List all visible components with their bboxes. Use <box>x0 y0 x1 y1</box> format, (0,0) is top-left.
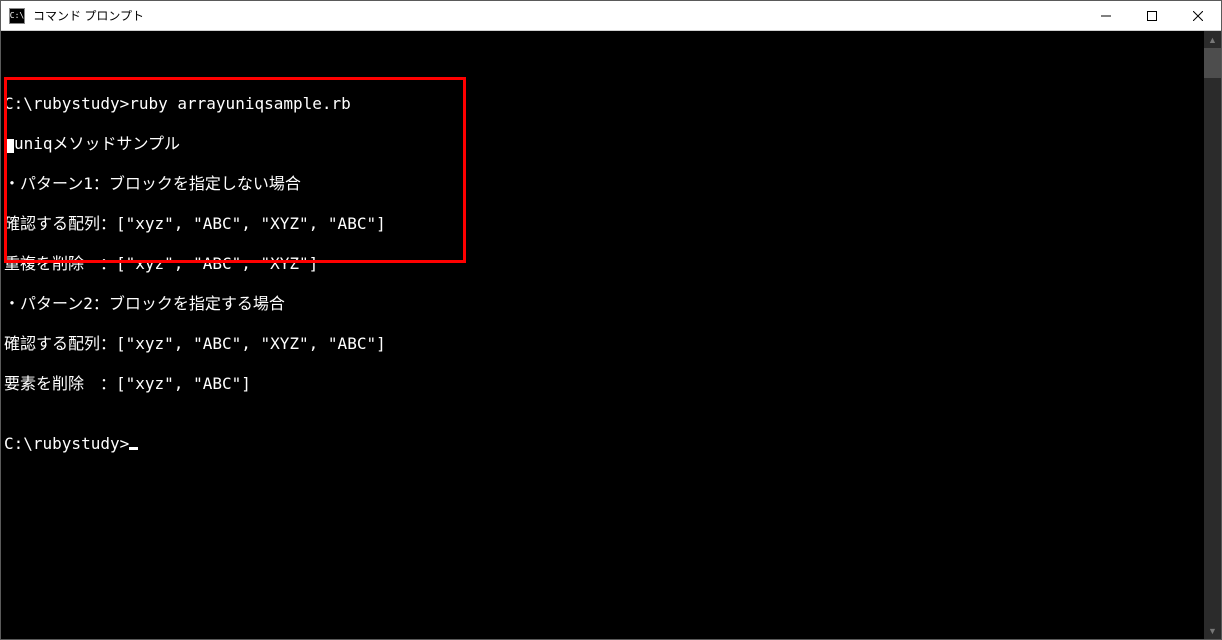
maximize-icon <box>1147 11 1157 21</box>
vertical-scrollbar[interactable]: ▲ ▼ <box>1204 31 1221 639</box>
console-line: 要素を削除 ：["xyz", "ABC"] <box>4 374 1204 394</box>
console-line: 重複を削除 ：["xyz", "ABC", "XYZ"] <box>4 254 1204 274</box>
text-cursor <box>129 447 138 450</box>
maximize-button[interactable] <box>1129 1 1175 31</box>
console-prompt: C:\rubystudy> <box>4 434 129 454</box>
console-prompt-line: C:\rubystudy> <box>4 434 1204 454</box>
block-glyph-icon <box>4 139 14 153</box>
console-output[interactable]: C:\rubystudy>ruby arrayuniqsample.rb uni… <box>1 31 1204 639</box>
scrollbar-thumb[interactable] <box>1204 48 1221 78</box>
console-line: uniqメソッドサンプル <box>4 134 1204 154</box>
command-prompt-window: C:\ コマンド プロンプト C:\rubystudy>ruby arrayun… <box>0 0 1222 640</box>
scrollbar-up-arrow-icon[interactable]: ▲ <box>1204 31 1221 48</box>
client-area: C:\rubystudy>ruby arrayuniqsample.rb uni… <box>1 31 1221 639</box>
console-line: 確認する配列：["xyz", "ABC", "XYZ", "ABC"] <box>4 334 1204 354</box>
console-line: ・パターン2：ブロックを指定する場合 <box>4 294 1204 314</box>
titlebar[interactable]: C:\ コマンド プロンプト <box>1 1 1221 31</box>
console-line: 確認する配列：["xyz", "ABC", "XYZ", "ABC"] <box>4 214 1204 234</box>
close-icon <box>1193 11 1203 21</box>
console-line-command: C:\rubystudy>ruby arrayuniqsample.rb <box>4 94 1204 114</box>
console-text: uniqメソッドサンプル <box>14 134 180 153</box>
minimize-icon <box>1101 11 1111 21</box>
app-icon: C:\ <box>9 8 25 24</box>
console-line: ・パターン1：ブロックを指定しない場合 <box>4 174 1204 194</box>
close-button[interactable] <box>1175 1 1221 31</box>
minimize-button[interactable] <box>1083 1 1129 31</box>
scrollbar-down-arrow-icon[interactable]: ▼ <box>1204 622 1221 639</box>
window-title: コマンド プロンプト <box>33 7 144 24</box>
